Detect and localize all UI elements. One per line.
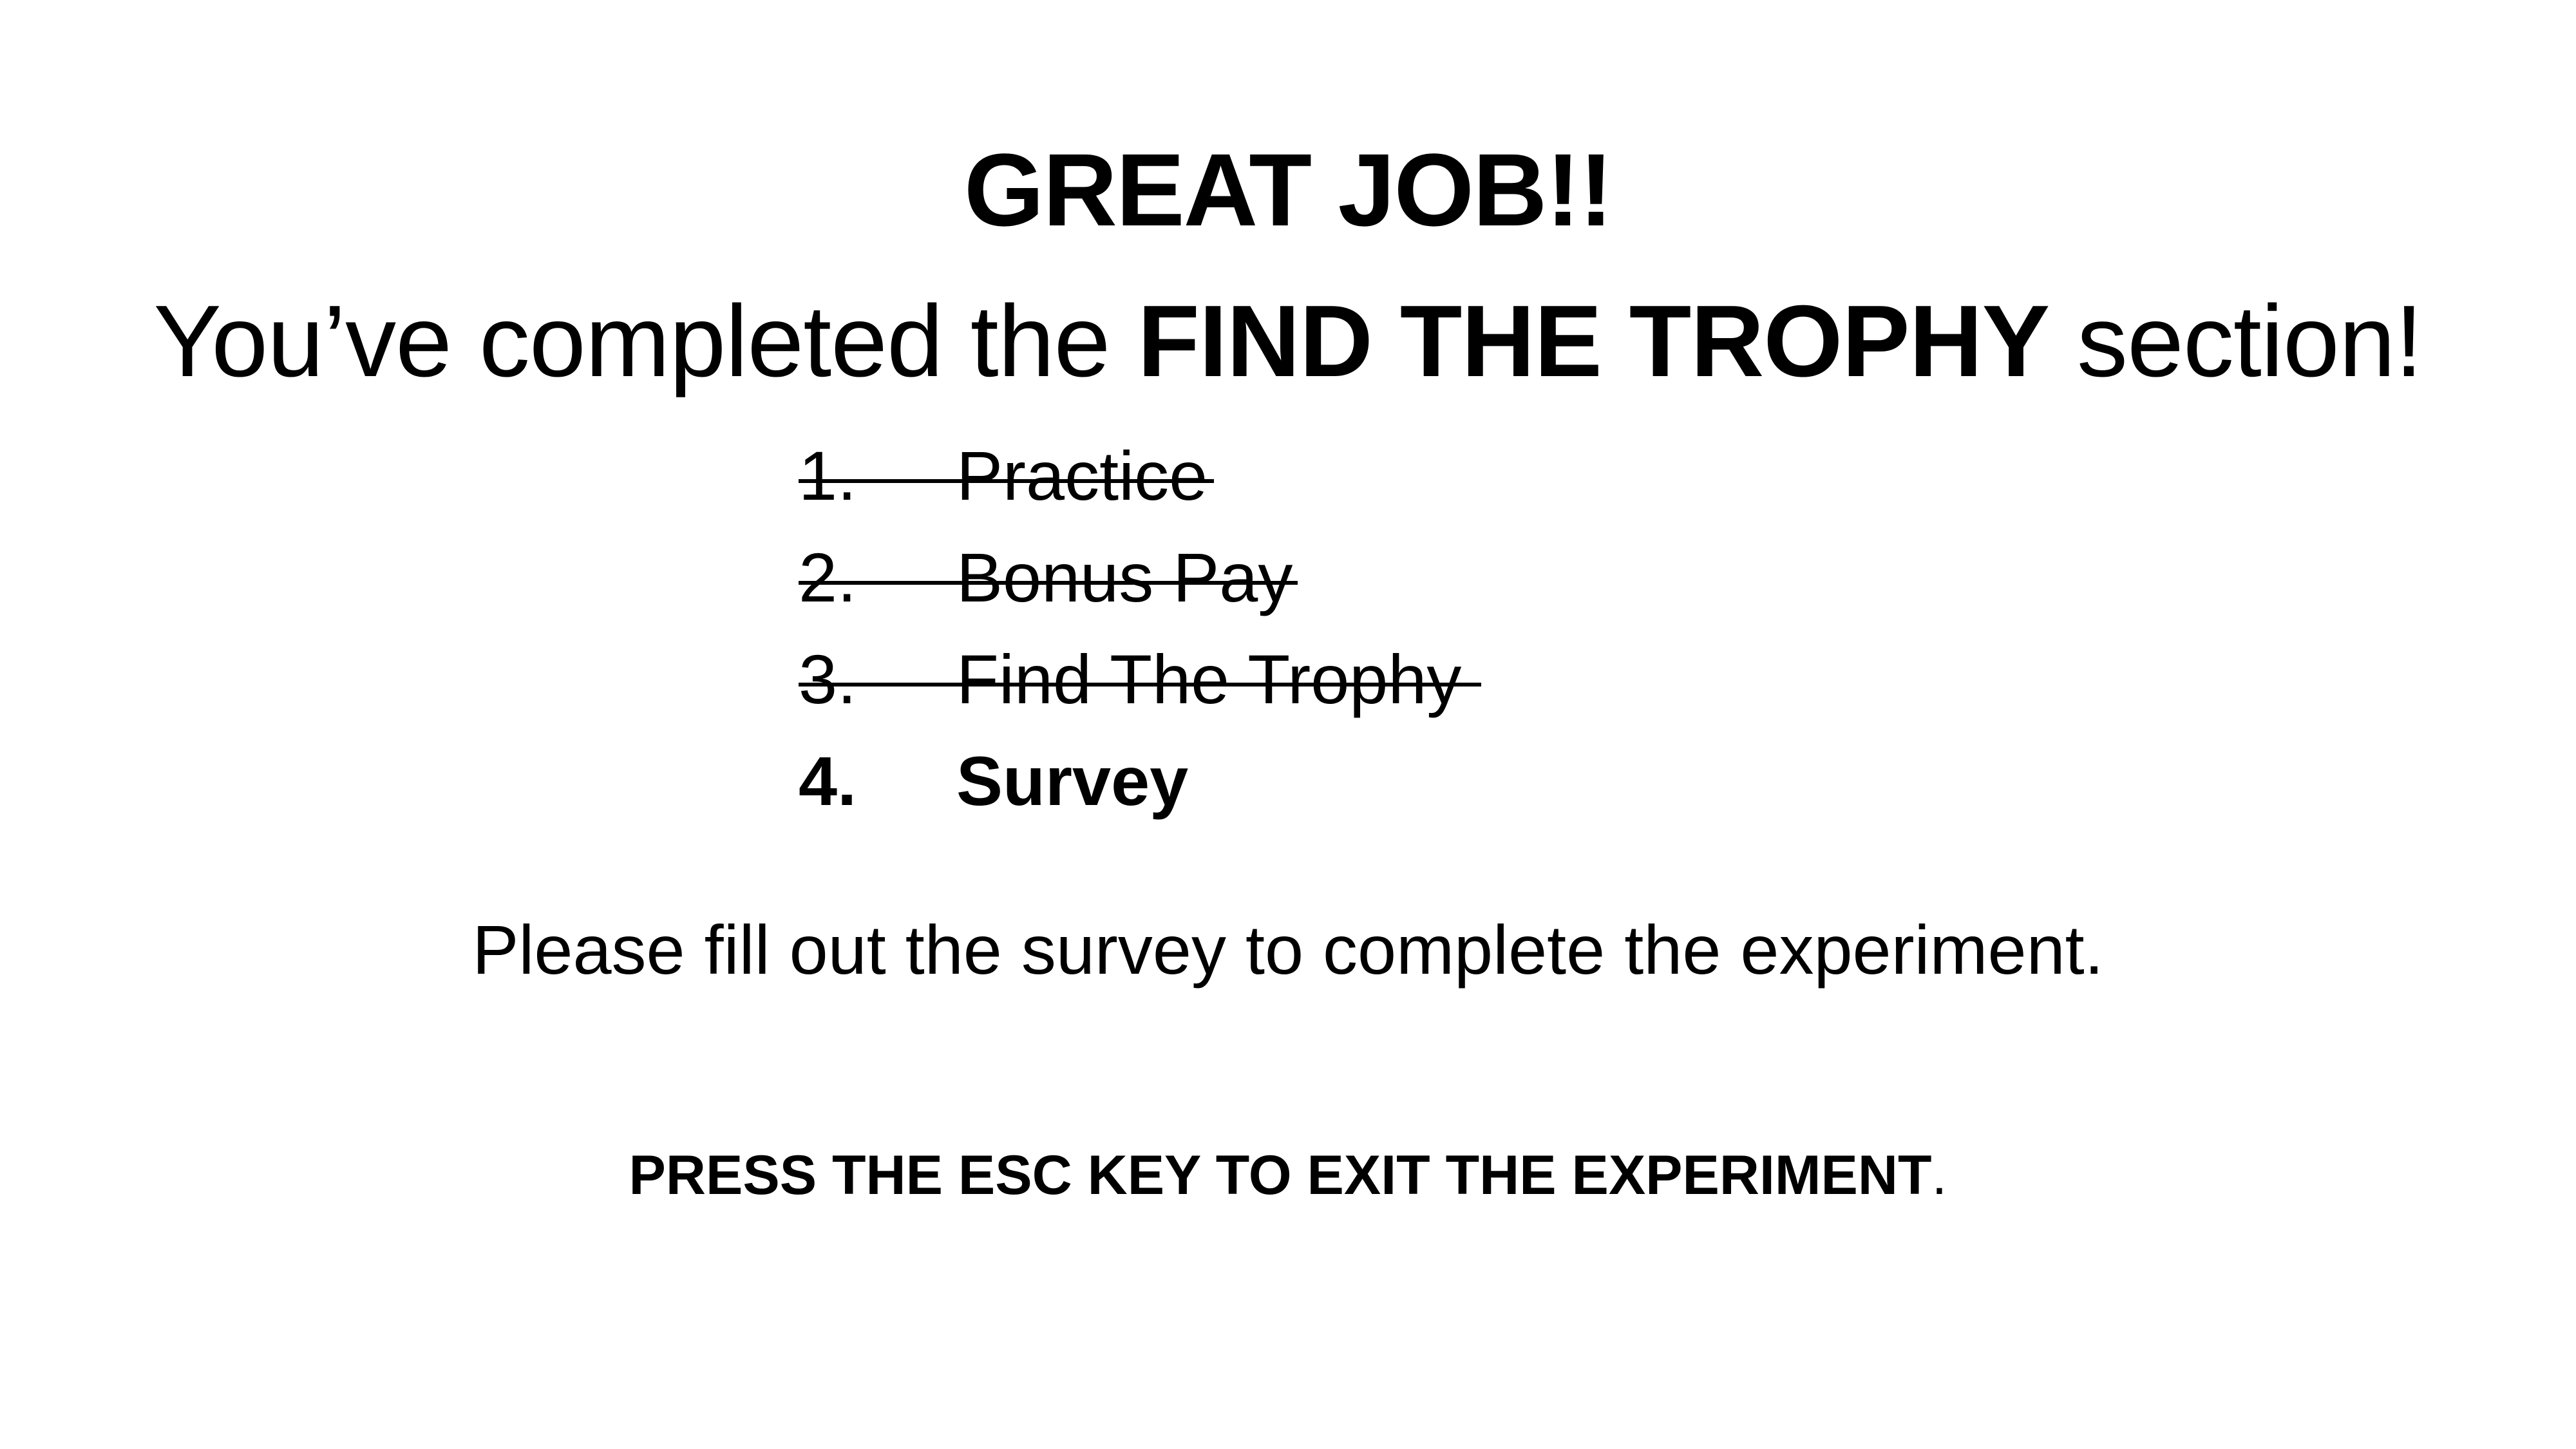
completion-slide: GREAT JOB!! You’ve completed the FIND TH… [0,0,2576,1449]
step-label: Practice [956,437,1208,515]
step-number: 2. [799,538,857,616]
survey-instructions: Please fill out the survey to complete t… [472,911,2104,989]
step-item-survey: 4. Survey [799,730,1700,832]
subhead-suffix: section! [2049,285,2423,398]
strikethrough-line [799,479,1214,483]
step-number: 4. [799,742,857,820]
progress-steps-list: 1. Practice 2. Bonus Pay 3. Find The Tro… [799,425,1700,832]
step-number: 1. [799,437,857,515]
step-label: Find The Trophy [956,640,1462,718]
step-item-find-the-trophy: 3. Find The Trophy [799,629,1700,730]
subhead-prefix: You’ve completed the [153,285,1138,398]
step-item-bonus-pay: 2. Bonus Pay [799,527,1700,629]
step-number: 3. [799,640,857,718]
section-complete-message: You’ve completed the FIND THE TROPHY sec… [0,277,2576,406]
step-item-practice: 1. Practice [799,425,1700,527]
strikethrough-line [799,683,1481,687]
subhead-section-name: FIND THE TROPHY [1137,285,2050,398]
exit-instruction-period: . [1931,1144,1947,1206]
strikethrough-line [799,581,1298,585]
headline: GREAT JOB!! [963,132,1613,247]
exit-instruction-text: PRESS THE ESC KEY TO EXIT THE EXPERIMENT [629,1144,1932,1206]
exit-instruction: PRESS THE ESC KEY TO EXIT THE EXPERIMENT… [0,1137,2576,1214]
step-label: Survey [956,742,1189,820]
step-label: Bonus Pay [956,538,1293,616]
